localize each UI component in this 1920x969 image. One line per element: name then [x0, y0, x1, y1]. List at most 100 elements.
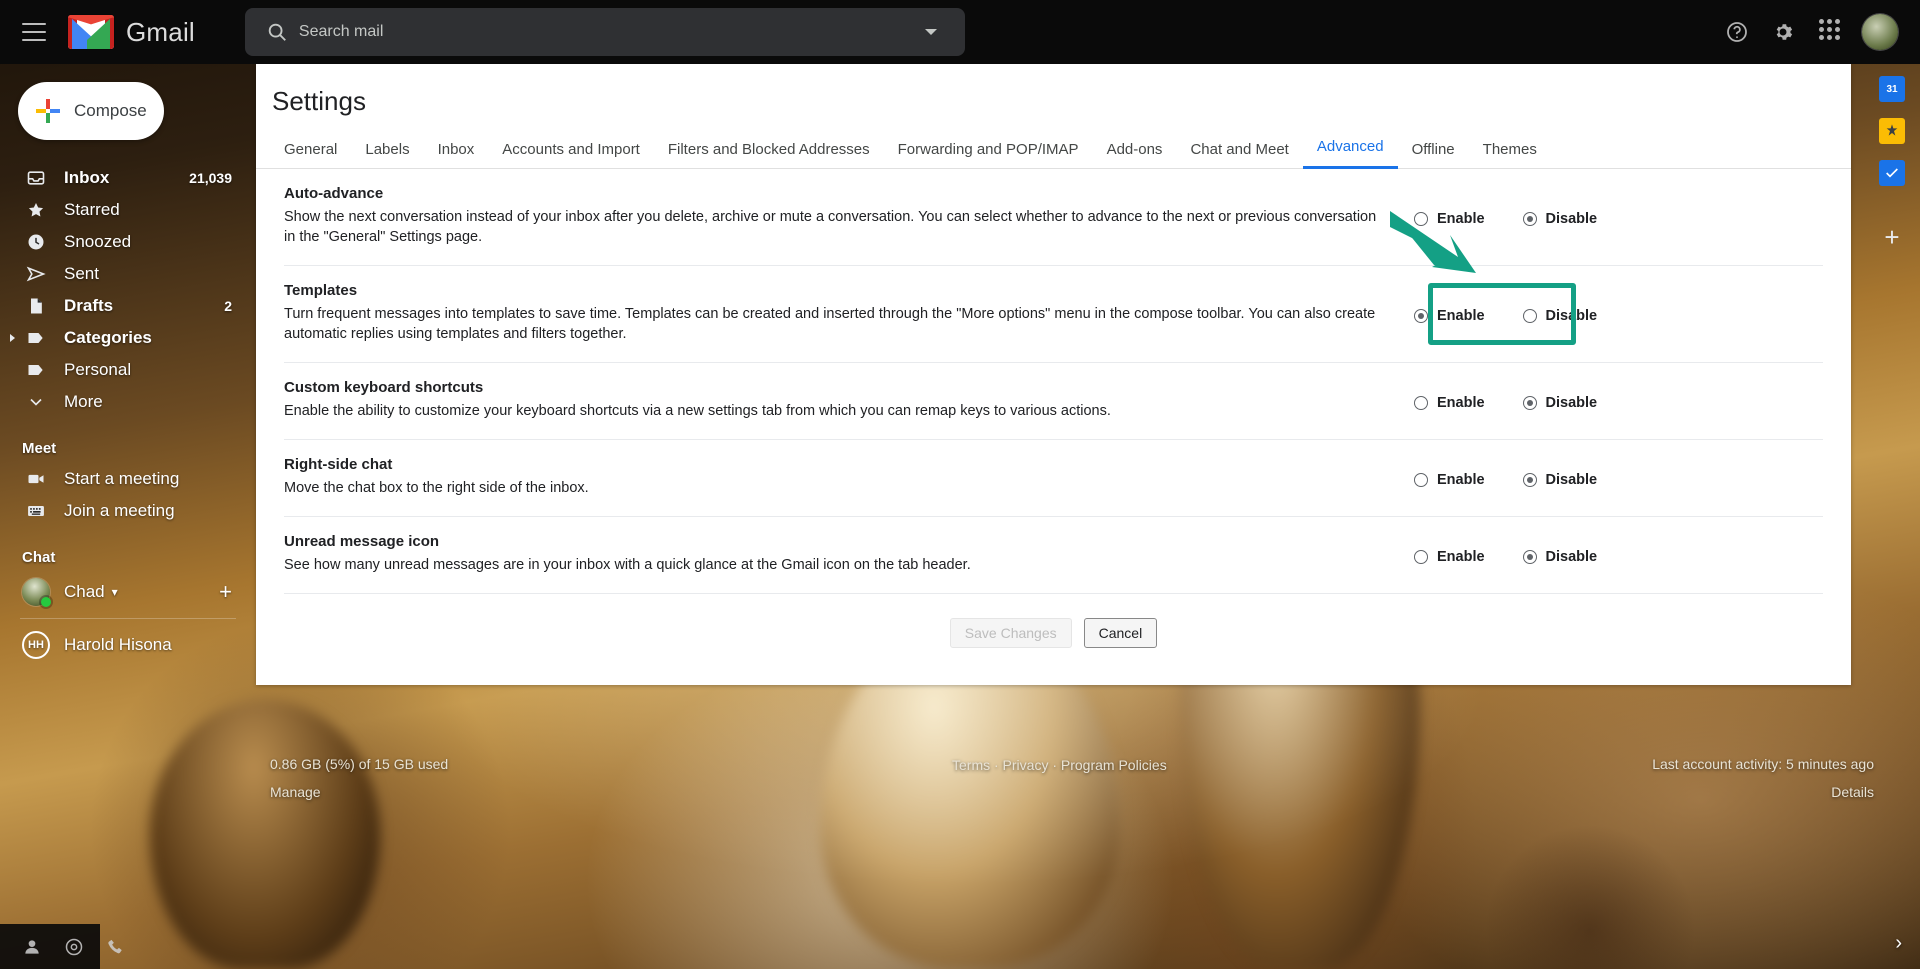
- setting-name: Custom keyboard shortcuts: [284, 379, 484, 396]
- expand-chevron-right-icon[interactable]: [10, 334, 15, 342]
- meet-icon[interactable]: [64, 937, 84, 957]
- tab-add-ons[interactable]: Add-ons: [1093, 141, 1177, 169]
- tab-themes[interactable]: Themes: [1469, 141, 1551, 169]
- option-disable[interactable]: Disable: [1522, 211, 1597, 227]
- sidebar-item-drafts[interactable]: Drafts 2: [0, 290, 256, 322]
- sidebar-item-label: Inbox: [64, 168, 110, 187]
- page-title: Settings: [272, 86, 366, 116]
- meet-section-title: Meet: [22, 440, 57, 457]
- chevron-down-icon: [26, 392, 64, 412]
- calendar-day-label: 31: [1886, 83, 1898, 95]
- tasks-icon[interactable]: [1879, 160, 1905, 186]
- search-options-chevron-down-icon[interactable]: [924, 29, 937, 35]
- compose-label: Compose: [74, 101, 147, 120]
- option-disable[interactable]: Disable: [1522, 549, 1598, 565]
- footer-activity: Last account activity: 5 minutes ago Det…: [1652, 756, 1874, 800]
- terms-privacy-policies-links[interactable]: Terms · Privacy · Program Policies: [952, 757, 1167, 773]
- sidebar-item-more[interactable]: More: [0, 386, 256, 418]
- radio-disable[interactable]: [1522, 212, 1537, 226]
- radio-enable[interactable]: [1414, 473, 1428, 487]
- sidebar-item-snoozed[interactable]: Snoozed: [0, 226, 256, 258]
- chevron-right-icon[interactable]: ›: [1895, 932, 1902, 955]
- option-label: Enable: [1437, 395, 1485, 411]
- setting-row-custom-keyboard-shortcuts: Custom keyboard shortcuts Enable the abi…: [284, 363, 1823, 440]
- add-icon[interactable]: +: [1879, 222, 1905, 252]
- save-changes-button[interactable]: Save Changes: [949, 618, 1072, 648]
- radio-disable[interactable]: [1522, 473, 1537, 487]
- chevron-down-icon[interactable]: ▾: [112, 585, 118, 599]
- tab-advanced[interactable]: Advanced: [1302, 138, 1398, 169]
- cancel-button[interactable]: Cancel: [1083, 618, 1158, 648]
- setting-name: Templates: [284, 282, 358, 299]
- sidebar-item-label: Drafts: [64, 296, 114, 315]
- tab-general[interactable]: General: [270, 141, 351, 169]
- option-label: Enable: [1437, 472, 1485, 488]
- help-icon[interactable]: [1724, 19, 1750, 45]
- sidebar-item-count: 2: [224, 298, 232, 314]
- radio-enable[interactable]: [1414, 396, 1428, 410]
- sidebar-item-start-meeting[interactable]: Start a meeting: [0, 463, 256, 495]
- radio-disable[interactable]: [1522, 309, 1537, 323]
- tab-offline[interactable]: Offline: [1398, 141, 1469, 169]
- add-chat-plus-icon[interactable]: +: [219, 579, 256, 605]
- radio-enable[interactable]: [1414, 309, 1428, 323]
- tab-filters-and-blocked-addresses[interactable]: Filters and Blocked Addresses: [654, 141, 884, 169]
- option-enable[interactable]: Enable: [1414, 211, 1485, 227]
- apps-grid-icon[interactable]: [1816, 19, 1842, 45]
- option-enable[interactable]: Enable: [1414, 472, 1485, 488]
- radio-enable[interactable]: [1414, 550, 1428, 564]
- radio-disable[interactable]: [1522, 396, 1537, 410]
- sidebar-item-inbox[interactable]: Inbox 21,039: [0, 162, 256, 194]
- setting-description-block: Right-side chat Move the chat box to the…: [284, 456, 1414, 498]
- option-disable[interactable]: Disable: [1522, 308, 1598, 324]
- radio-disable[interactable]: [1522, 550, 1537, 564]
- sidebar-item-starred[interactable]: Starred: [0, 194, 256, 226]
- option-label: Disable: [1545, 308, 1598, 324]
- option-disable[interactable]: Disable: [1522, 395, 1597, 411]
- gear-icon[interactable]: [1770, 19, 1796, 45]
- keep-icon[interactable]: [1879, 118, 1905, 144]
- setting-name: Auto-advance: [284, 185, 384, 202]
- tab-labels[interactable]: Labels: [351, 141, 423, 169]
- search-bar[interactable]: [244, 8, 965, 56]
- settings-tabs: General Labels Inbox Accounts and Import…: [256, 131, 1851, 169]
- gmail-logo[interactable]: Gmail: [68, 15, 195, 49]
- footer-links: Terms · Privacy · Program Policies: [952, 757, 1167, 773]
- setting-description: See how many unread messages are in your…: [284, 557, 971, 573]
- search-input[interactable]: [298, 23, 925, 41]
- tab-inbox[interactable]: Inbox: [424, 141, 489, 169]
- phone-icon[interactable]: [106, 937, 126, 957]
- chat-contact-row[interactable]: HH Harold Hisona: [0, 625, 256, 665]
- contacts-icon[interactable]: [22, 937, 42, 957]
- chat-contact-name: Harold Hisona: [64, 635, 172, 654]
- setting-description-block: Templates Turn frequent messages into te…: [284, 282, 1414, 344]
- setting-row-auto-advance: Auto-advance Show the next conversation …: [284, 169, 1823, 266]
- sidebar-item-sent[interactable]: Sent: [0, 258, 256, 290]
- sidebar-item-personal[interactable]: Personal: [0, 354, 256, 386]
- calendar-icon[interactable]: 31: [1879, 76, 1905, 102]
- sidebar-item-label: Categories: [64, 328, 152, 347]
- tab-forwarding-and-pop-imap[interactable]: Forwarding and POP/IMAP: [884, 141, 1093, 169]
- tab-accounts-and-import[interactable]: Accounts and Import: [488, 141, 654, 169]
- chat-self-row[interactable]: Chad ▾ +: [0, 572, 256, 612]
- hamburger-menu-icon[interactable]: [22, 23, 46, 41]
- radio-enable[interactable]: [1414, 212, 1428, 226]
- tab-chat-and-meet[interactable]: Chat and Meet: [1176, 141, 1302, 169]
- label-icon: [26, 328, 64, 348]
- manage-storage-link[interactable]: Manage: [270, 784, 321, 800]
- option-enable[interactable]: Enable: [1414, 308, 1485, 324]
- sidebar-item-label: Start a meeting: [64, 469, 180, 488]
- gmail-wordmark: Gmail: [126, 16, 195, 47]
- option-label: Disable: [1545, 549, 1598, 565]
- option-disable[interactable]: Disable: [1522, 472, 1597, 488]
- right-side-rail: 31 +: [1864, 64, 1920, 969]
- option-enable[interactable]: Enable: [1414, 395, 1485, 411]
- sidebar-item-categories[interactable]: Categories: [0, 322, 256, 354]
- option-enable[interactable]: Enable: [1414, 549, 1485, 565]
- compose-button[interactable]: Compose: [18, 82, 164, 140]
- left-sidebar: Compose Inbox 21,039 Starred Snoozed Sen…: [0, 64, 256, 969]
- sidebar-item-join-meeting[interactable]: Join a meeting: [0, 495, 256, 527]
- account-avatar[interactable]: [1862, 14, 1898, 50]
- search-icon[interactable]: [255, 21, 299, 43]
- avatar-initials: HH: [22, 631, 50, 659]
